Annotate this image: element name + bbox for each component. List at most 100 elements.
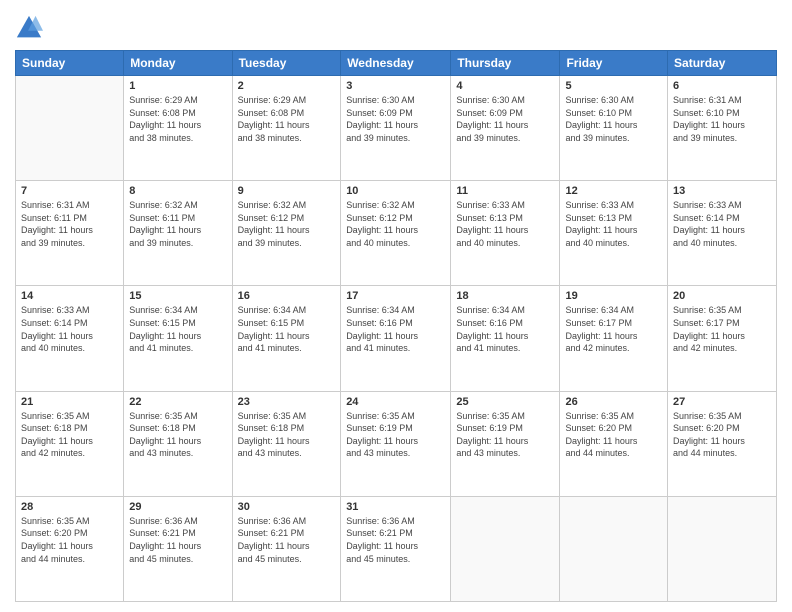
calendar-cell: 1 Sunrise: 6:29 AM Sunset: 6:08 PM Daylig… — [124, 76, 232, 181]
day-number: 27 — [673, 396, 771, 408]
day-info: Sunrise: 6:33 AM Sunset: 6:13 PM Dayligh… — [456, 199, 554, 249]
weekday-wednesday: Wednesday — [341, 51, 451, 76]
calendar-cell: 31Sunrise: 6:36 AM Sunset: 6:21 PM Dayli… — [341, 496, 451, 601]
day-info: Sunrise: 6:32 AM Sunset: 6:11 PM Dayligh… — [129, 199, 226, 249]
calendar: SundayMondayTuesdayWednesdayThursdayFrid… — [15, 50, 777, 602]
day-number: 20 — [673, 290, 771, 302]
calendar-header: SundayMondayTuesdayWednesdayThursdayFrid… — [16, 51, 777, 76]
day-number: 14 — [21, 290, 118, 302]
calendar-cell: 21 Sunrise: 6:35 AM Sunset: 6:18 PM Dayli… — [16, 391, 124, 496]
day-number: 28 — [21, 501, 118, 513]
calendar-cell — [560, 496, 668, 601]
day-number: 7 — [21, 185, 118, 197]
week-row: 1 Sunrise: 6:29 AM Sunset: 6:08 PM Daylig… — [16, 76, 777, 181]
weekday-sunday: Sunday — [16, 51, 124, 76]
day-info: Sunrise: 6:35 AM Sunset: 6:20 PM Dayligh… — [21, 515, 118, 565]
calendar-cell: 15 Sunrise: 6:34 AM Sunset: 6:15 PM Dayli… — [124, 286, 232, 391]
calendar-cell: 3 Sunrise: 6:30 AM Sunset: 6:09 PM Daylig… — [341, 76, 451, 181]
weekday-friday: Friday — [560, 51, 668, 76]
day-number: 18 — [456, 290, 554, 302]
day-number: 11 — [456, 185, 554, 197]
week-row: 7 Sunrise: 6:31 AM Sunset: 6:11 PM Daylig… — [16, 181, 777, 286]
day-info: Sunrise: 6:29 AM Sunset: 6:08 PM Dayligh… — [238, 94, 336, 144]
day-info: Sunrise: 6:35 AM Sunset: 6:20 PM Dayligh… — [565, 410, 662, 460]
day-info: Sunrise: 6:36 AM Sunset: 6:21 PM Dayligh… — [238, 515, 336, 565]
day-number: 3 — [346, 80, 445, 92]
day-info: Sunrise: 6:34 AM Sunset: 6:15 PM Dayligh… — [129, 304, 226, 354]
calendar-cell: 22 Sunrise: 6:35 AM Sunset: 6:18 PM Dayli… — [124, 391, 232, 496]
calendar-cell: 30 Sunrise: 6:36 AM Sunset: 6:21 PM Dayli… — [232, 496, 341, 601]
day-number: 10 — [346, 185, 445, 197]
weekday-row: SundayMondayTuesdayWednesdayThursdayFrid… — [16, 51, 777, 76]
day-info: Sunrise: 6:35 AM Sunset: 6:17 PM Dayligh… — [673, 304, 771, 354]
header — [15, 10, 777, 42]
calendar-cell: 12Sunrise: 6:33 AM Sunset: 6:13 PM Dayli… — [560, 181, 668, 286]
calendar-cell: 17 Sunrise: 6:34 AM Sunset: 6:16 PM Dayli… — [341, 286, 451, 391]
day-number: 30 — [238, 501, 336, 513]
day-info: Sunrise: 6:31 AM Sunset: 6:11 PM Dayligh… — [21, 199, 118, 249]
calendar-cell: 28 Sunrise: 6:35 AM Sunset: 6:20 PM Dayli… — [16, 496, 124, 601]
day-number: 12 — [565, 185, 662, 197]
calendar-cell: 14 Sunrise: 6:33 AM Sunset: 6:14 PM Dayli… — [16, 286, 124, 391]
calendar-cell: 5Sunrise: 6:30 AM Sunset: 6:10 PM Daylig… — [560, 76, 668, 181]
day-number: 23 — [238, 396, 336, 408]
weekday-thursday: Thursday — [451, 51, 560, 76]
page: SundayMondayTuesdayWednesdayThursdayFrid… — [0, 0, 792, 612]
day-number: 15 — [129, 290, 226, 302]
day-info: Sunrise: 6:31 AM Sunset: 6:10 PM Dayligh… — [673, 94, 771, 144]
day-number: 8 — [129, 185, 226, 197]
day-number: 31 — [346, 501, 445, 513]
day-number: 21 — [21, 396, 118, 408]
calendar-cell: 6 Sunrise: 6:31 AM Sunset: 6:10 PM Daylig… — [668, 76, 777, 181]
calendar-cell: 23 Sunrise: 6:35 AM Sunset: 6:18 PM Dayli… — [232, 391, 341, 496]
calendar-cell — [16, 76, 124, 181]
day-info: Sunrise: 6:32 AM Sunset: 6:12 PM Dayligh… — [238, 199, 336, 249]
day-number: 22 — [129, 396, 226, 408]
day-number: 2 — [238, 80, 336, 92]
day-number: 25 — [456, 396, 554, 408]
day-info: Sunrise: 6:34 AM Sunset: 6:16 PM Dayligh… — [346, 304, 445, 354]
day-info: Sunrise: 6:36 AM Sunset: 6:21 PM Dayligh… — [129, 515, 226, 565]
day-info: Sunrise: 6:29 AM Sunset: 6:08 PM Dayligh… — [129, 94, 226, 144]
day-info: Sunrise: 6:35 AM Sunset: 6:19 PM Dayligh… — [346, 410, 445, 460]
week-row: 28 Sunrise: 6:35 AM Sunset: 6:20 PM Dayli… — [16, 496, 777, 601]
calendar-cell: 26 Sunrise: 6:35 AM Sunset: 6:20 PM Dayli… — [560, 391, 668, 496]
calendar-cell: 13Sunrise: 6:33 AM Sunset: 6:14 PM Dayli… — [668, 181, 777, 286]
calendar-cell: 4Sunrise: 6:30 AM Sunset: 6:09 PM Daylig… — [451, 76, 560, 181]
calendar-cell: 27 Sunrise: 6:35 AM Sunset: 6:20 PM Dayli… — [668, 391, 777, 496]
day-info: Sunrise: 6:34 AM Sunset: 6:15 PM Dayligh… — [238, 304, 336, 354]
calendar-cell: 2 Sunrise: 6:29 AM Sunset: 6:08 PM Daylig… — [232, 76, 341, 181]
day-info: Sunrise: 6:35 AM Sunset: 6:18 PM Dayligh… — [238, 410, 336, 460]
day-number: 5 — [565, 80, 662, 92]
day-info: Sunrise: 6:35 AM Sunset: 6:19 PM Dayligh… — [456, 410, 554, 460]
day-info: Sunrise: 6:35 AM Sunset: 6:18 PM Dayligh… — [21, 410, 118, 460]
calendar-body: 1 Sunrise: 6:29 AM Sunset: 6:08 PM Daylig… — [16, 76, 777, 602]
calendar-cell: 24 Sunrise: 6:35 AM Sunset: 6:19 PM Dayli… — [341, 391, 451, 496]
calendar-cell: 18Sunrise: 6:34 AM Sunset: 6:16 PM Dayli… — [451, 286, 560, 391]
calendar-cell: 16Sunrise: 6:34 AM Sunset: 6:15 PM Dayli… — [232, 286, 341, 391]
day-number: 24 — [346, 396, 445, 408]
day-number: 9 — [238, 185, 336, 197]
day-info: Sunrise: 6:35 AM Sunset: 6:18 PM Dayligh… — [129, 410, 226, 460]
day-number: 6 — [673, 80, 771, 92]
week-row: 14 Sunrise: 6:33 AM Sunset: 6:14 PM Dayli… — [16, 286, 777, 391]
day-number: 19 — [565, 290, 662, 302]
day-number: 1 — [129, 80, 226, 92]
day-info: Sunrise: 6:30 AM Sunset: 6:09 PM Dayligh… — [346, 94, 445, 144]
weekday-tuesday: Tuesday — [232, 51, 341, 76]
day-info: Sunrise: 6:33 AM Sunset: 6:14 PM Dayligh… — [21, 304, 118, 354]
day-number: 17 — [346, 290, 445, 302]
calendar-cell: 25 Sunrise: 6:35 AM Sunset: 6:19 PM Dayli… — [451, 391, 560, 496]
week-row: 21 Sunrise: 6:35 AM Sunset: 6:18 PM Dayli… — [16, 391, 777, 496]
day-number: 29 — [129, 501, 226, 513]
calendar-cell: 10Sunrise: 6:32 AM Sunset: 6:12 PM Dayli… — [341, 181, 451, 286]
weekday-monday: Monday — [124, 51, 232, 76]
calendar-cell: 7 Sunrise: 6:31 AM Sunset: 6:11 PM Daylig… — [16, 181, 124, 286]
calendar-cell: 20 Sunrise: 6:35 AM Sunset: 6:17 PM Dayli… — [668, 286, 777, 391]
day-number: 26 — [565, 396, 662, 408]
day-number: 4 — [456, 80, 554, 92]
weekday-saturday: Saturday — [668, 51, 777, 76]
day-number: 13 — [673, 185, 771, 197]
day-info: Sunrise: 6:35 AM Sunset: 6:20 PM Dayligh… — [673, 410, 771, 460]
calendar-cell — [668, 496, 777, 601]
